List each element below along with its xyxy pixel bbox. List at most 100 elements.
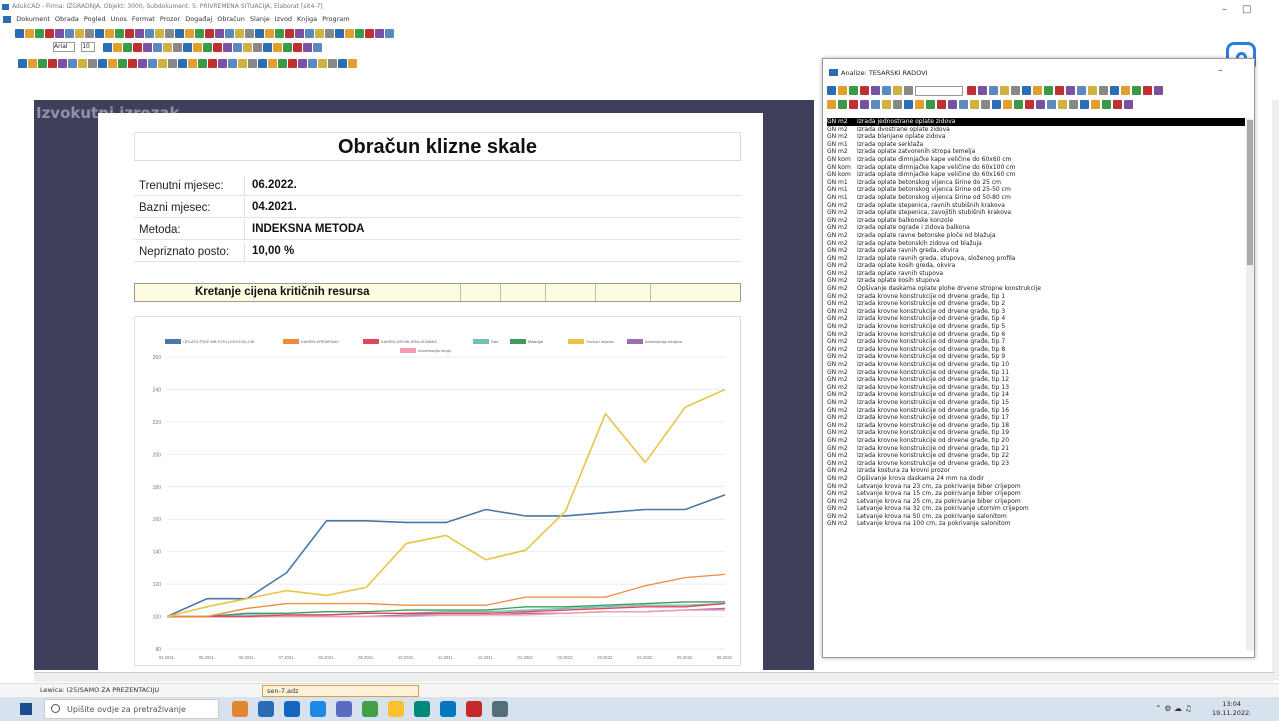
toolbar-button[interactable] xyxy=(175,29,184,38)
minimize-icon[interactable]: – xyxy=(1222,4,1227,15)
toolbar-button[interactable] xyxy=(265,29,274,38)
panel-tool-button[interactable] xyxy=(1022,86,1031,95)
panel-tool-button[interactable] xyxy=(1113,100,1122,109)
format-button[interactable] xyxy=(123,43,133,52)
list-item[interactable]: GN m2 Izrada krovne konstrukcije od drven… xyxy=(827,361,1245,369)
panel-tool-button[interactable] xyxy=(1047,100,1056,109)
toolbar-button[interactable] xyxy=(295,29,304,38)
layout-button[interactable] xyxy=(228,59,237,68)
panel-tool-button[interactable] xyxy=(1124,100,1133,109)
panel-scrollbar[interactable] xyxy=(1246,118,1254,651)
format-button[interactable] xyxy=(203,43,213,52)
panel-tool-button[interactable] xyxy=(1000,86,1009,95)
layout-button[interactable] xyxy=(308,59,317,68)
list-item[interactable]: GN kom Izrada oplate dimnjačke kape velič… xyxy=(827,156,1245,164)
list-item[interactable]: GN m2 Izrada blanjane oplate zidova xyxy=(827,133,1245,141)
toolbar-button[interactable] xyxy=(45,29,54,38)
toolbar-button[interactable] xyxy=(95,29,104,38)
toolbar-button[interactable] xyxy=(55,29,64,38)
layout-button[interactable] xyxy=(208,59,217,68)
layout-button[interactable] xyxy=(108,59,117,68)
taskbar-app-icon[interactable] xyxy=(284,701,300,717)
taskbar-app-icon[interactable] xyxy=(258,701,274,717)
list-item[interactable]: GN m2 Izrada oplate ravne betonske ploče … xyxy=(827,232,1245,240)
panel-tool-button[interactable] xyxy=(926,100,935,109)
list-item[interactable]: GN m2 Izrada krovne konstrukcije od drven… xyxy=(827,346,1245,354)
list-item[interactable]: GN kom Izrada oplate dimnjačke kape velič… xyxy=(827,164,1245,172)
scroll-thumb[interactable] xyxy=(1247,120,1253,265)
toolbar-button[interactable] xyxy=(165,29,174,38)
format-button[interactable] xyxy=(163,43,173,52)
list-item[interactable]: GN kom Izrada oplate dimnjačke kape velič… xyxy=(827,171,1245,179)
layout-button[interactable] xyxy=(18,59,27,68)
format-button[interactable] xyxy=(173,43,183,52)
panel-tool-button[interactable] xyxy=(978,86,987,95)
format-button[interactable] xyxy=(153,43,163,52)
list-item[interactable]: GN m2 Izrada oplate stepenica, zavojitih … xyxy=(827,209,1245,217)
format-button[interactable] xyxy=(273,43,283,52)
panel-tool-button[interactable] xyxy=(1066,86,1075,95)
toolbar-button[interactable] xyxy=(365,29,374,38)
toolbar-button[interactable] xyxy=(235,29,244,38)
toolbar-button[interactable] xyxy=(75,29,84,38)
panel-tool-button[interactable] xyxy=(860,86,869,95)
panel-tool-button[interactable] xyxy=(989,86,998,95)
panel-tool-button[interactable] xyxy=(959,100,968,109)
panel-tool-button[interactable] xyxy=(849,100,858,109)
menu-item[interactable]: Izvod xyxy=(275,15,292,23)
horizontal-scrollbar[interactable] xyxy=(34,672,1274,682)
list-item[interactable]: GN m1 Izrada oplate betonskog vijenca šir… xyxy=(827,194,1245,202)
toolbar-button[interactable] xyxy=(355,29,364,38)
list-item[interactable]: GN m1 Izrada oplate betonskog vijenca šir… xyxy=(827,186,1245,194)
list-item[interactable]: GN m2 Izrada kostura za krovni prozor xyxy=(827,467,1245,475)
list-item[interactable]: GN m2 Letvanje krova na 25 cm, za pokriva… xyxy=(827,498,1245,506)
maximize-icon[interactable]: □ xyxy=(1242,4,1251,15)
layout-button[interactable] xyxy=(188,59,197,68)
layout-button[interactable] xyxy=(98,59,107,68)
panel-tool-button[interactable] xyxy=(1055,86,1064,95)
panel-tool-button[interactable] xyxy=(1044,86,1053,95)
list-item[interactable]: GN m2 Izrada krovne konstrukcije od drven… xyxy=(827,338,1245,346)
toolbar-button[interactable] xyxy=(125,29,134,38)
list-item[interactable]: GN m2 Izrada krovne konstrukcije od drven… xyxy=(827,414,1245,422)
format-button[interactable] xyxy=(263,43,273,52)
toolbar-button[interactable] xyxy=(325,29,334,38)
list-item[interactable]: GN m2 Izrada krovne konstrukcije od drven… xyxy=(827,391,1245,399)
list-item[interactable]: GN m2 Izrada krovne konstrukcije od drven… xyxy=(827,429,1245,437)
format-button[interactable] xyxy=(193,43,203,52)
panel-tool-button[interactable] xyxy=(970,100,979,109)
vertical-scrollbar[interactable] xyxy=(1272,100,1279,680)
format-button[interactable] xyxy=(303,43,313,52)
list-item[interactable]: GN m2 Izrada oplate stepenica, ravnih stu… xyxy=(827,202,1245,210)
menu-item[interactable]: Pogled xyxy=(84,15,106,23)
layout-button[interactable] xyxy=(198,59,207,68)
panel-tool-button[interactable] xyxy=(838,86,847,95)
format-button[interactable] xyxy=(283,43,293,52)
layout-button[interactable] xyxy=(178,59,187,68)
list-item[interactable]: GN m2 Letvanje krova na 32 cm, za pokriva… xyxy=(827,505,1245,513)
layout-button[interactable] xyxy=(128,59,137,68)
panel-search-input[interactable] xyxy=(915,86,963,96)
format-button[interactable] xyxy=(113,43,123,52)
list-item[interactable]: GN m2 Letvanje krova na 23 cm, za pokriva… xyxy=(827,483,1245,491)
list-item[interactable]: GN m2 Izrada krovne konstrukcije od drven… xyxy=(827,331,1245,339)
taskbar-app-icon[interactable] xyxy=(466,701,482,717)
taskbar-app-icon[interactable] xyxy=(440,701,456,717)
toolbar-button[interactable] xyxy=(85,29,94,38)
toolbar-button[interactable] xyxy=(115,29,124,38)
menu-item[interactable]: Događaj xyxy=(185,15,212,23)
panel-tool-button[interactable] xyxy=(827,86,836,95)
toolbar-button[interactable] xyxy=(255,29,264,38)
menu-item[interactable]: Knjiga xyxy=(297,15,317,23)
list-item[interactable]: GN m2 Izrada oplate ravnih greda, okvira xyxy=(827,247,1245,255)
list-item[interactable]: GN m2 Izrada oplate ravnih greda, stupova… xyxy=(827,255,1245,263)
list-item[interactable]: GN m2 Izrada krovne konstrukcije od drven… xyxy=(827,315,1245,323)
panel-tool-button[interactable] xyxy=(860,100,869,109)
list-item[interactable]: GN m2 Izrada oplate kosih stupova xyxy=(827,277,1245,285)
panel-tool-button[interactable] xyxy=(1099,86,1108,95)
list-item[interactable]: GN m2 Izrada krovne konstrukcije od drven… xyxy=(827,437,1245,445)
panel-tool-button[interactable] xyxy=(882,86,891,95)
document-tab[interactable]: sen-7.adz xyxy=(262,685,419,697)
panel-tool-button[interactable] xyxy=(871,86,880,95)
panel-tool-button[interactable] xyxy=(915,100,924,109)
